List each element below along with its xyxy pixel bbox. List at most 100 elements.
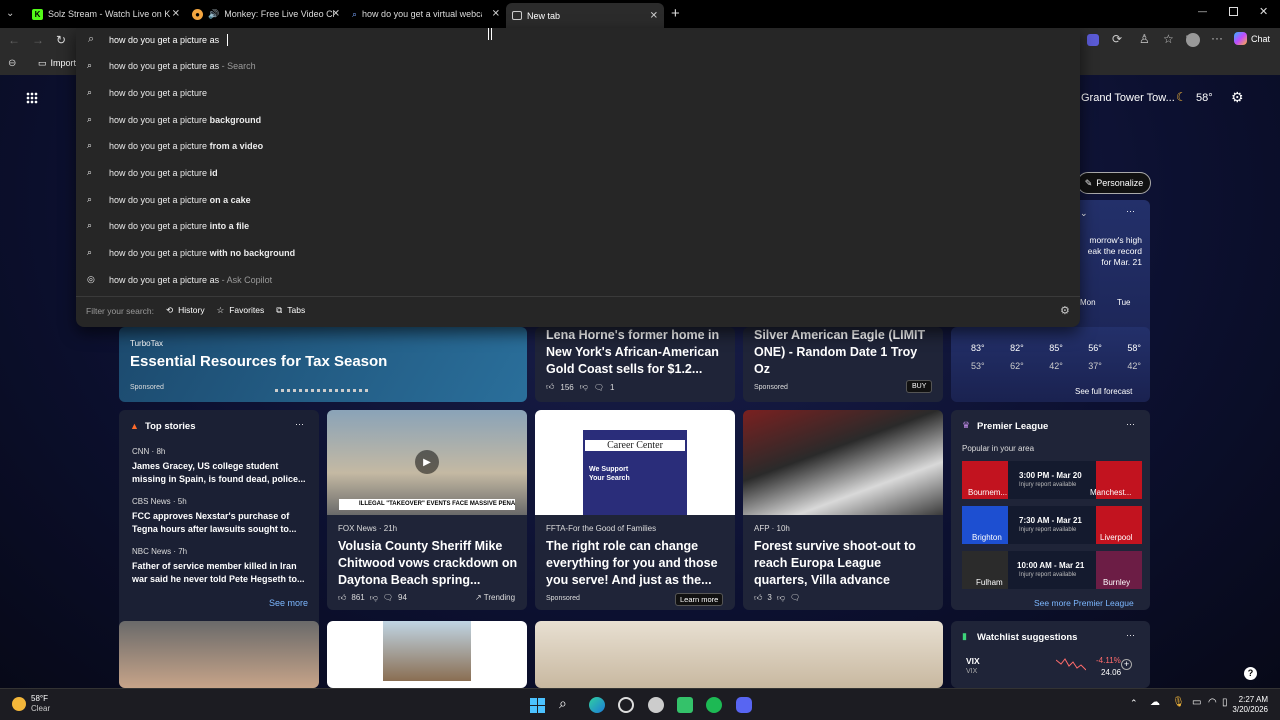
see-more-premier-link[interactable]: See more Premier League <box>1034 598 1134 608</box>
premier-league-header[interactable]: Premier League <box>977 421 1048 432</box>
discord-icon[interactable] <box>736 697 752 713</box>
wifi-icon[interactable]: ◠ <box>1208 697 1217 708</box>
play-icon[interactable]: ▶ <box>415 450 439 474</box>
back-icon[interactable]: ← <box>8 33 20 47</box>
tab-monkey[interactable]: ● 🔊 Monkey: Free Live Video Chat ✕ <box>186 4 346 24</box>
suggestion-item[interactable]: ⌕ how do you get a picture id <box>76 160 1080 186</box>
import-favorites-button[interactable]: ▭ Import <box>38 58 76 69</box>
tray-chevron-icon[interactable]: ⌃ <box>1130 698 1138 709</box>
learn-more-button[interactable]: Learn more <box>675 593 724 606</box>
lena-horne-card[interactable]: Lena Horne's former home in New York's A… <box>535 327 735 402</box>
story-item[interactable]: CBS News · 5h FCC approves Nexstar's pur… <box>132 497 312 536</box>
settings-gear-icon[interactable]: ⚙ <box>1231 89 1244 106</box>
start-windows-icon[interactable] <box>530 698 545 713</box>
extensions-icon[interactable]: ⟳ <box>1112 32 1122 46</box>
close-tab-icon[interactable]: ✕ <box>172 9 180 20</box>
favorites-icon[interactable]: ☆ <box>1163 32 1174 46</box>
comment-icon[interactable]: 🗨︎ <box>383 593 393 603</box>
suggestion-item[interactable]: ⌕ how do you get a picture with no backg… <box>76 240 1080 266</box>
more-options-icon[interactable]: ··· <box>1126 206 1135 216</box>
match-row[interactable]: Bournem... 3:00 PM - Mar 20 Injury repor… <box>962 461 1142 499</box>
tab-search[interactable]: ⌕ how do you get a virtual webcam ✕ <box>346 4 506 24</box>
clock[interactable]: 2:27 AM 3/20/2026 <box>1226 695 1268 715</box>
suggestion-item[interactable]: ⌕ how do you get a picture into a file <box>76 213 1080 239</box>
match-row[interactable]: Brighton 7:30 AM - Mar 21 Injury report … <box>962 506 1142 544</box>
comment-icon[interactable]: 🗨︎ <box>790 593 800 603</box>
weather-mini-card[interactable]: 83° 82° 85° 56° 58° 53° 62° 42° 37° 42° See full… <box>951 327 1150 402</box>
suggestion-item[interactable]: ⌕ how do you get a picture as - Search <box>76 53 1080 79</box>
suggestion-item[interactable]: ⌕ how do you get a picture from a video <box>76 133 1080 159</box>
chatgpt-icon[interactable] <box>618 697 634 713</box>
buy-button[interactable]: BUY <box>906 380 933 393</box>
portrait-card[interactable] <box>119 621 319 688</box>
forward-icon[interactable]: → <box>32 33 44 47</box>
dislike-icon[interactable]: 👎︎ <box>777 593 785 603</box>
tab-audio-icon[interactable]: 🔊 <box>208 9 219 20</box>
afp-card[interactable]: AFP · 10h Forest survive shoot-out to re… <box>743 410 943 610</box>
reading-icon[interactable]: ⊖ <box>8 58 16 69</box>
comment-icon[interactable]: 🗨︎ <box>594 383 604 392</box>
copilot-chat-button[interactable]: Chat <box>1234 32 1270 45</box>
like-icon[interactable]: 👍︎ <box>754 593 762 603</box>
add-to-watchlist-icon[interactable]: + <box>1121 659 1132 670</box>
location-label[interactable]: Grand Tower Tow... <box>1081 92 1175 104</box>
turbotax-ad-card[interactable]: TurboTax Essential Resources for Tax Sea… <box>119 327 527 402</box>
close-tab-icon[interactable]: ✕ <box>650 10 658 21</box>
personalize-button[interactable]: ✎ Personalize <box>1077 172 1151 194</box>
more-options-icon[interactable]: ··· <box>1126 419 1135 429</box>
stock-symbol[interactable]: VIX <box>966 656 980 666</box>
spotify-icon[interactable] <box>706 697 722 713</box>
tab-actions-button[interactable]: ⌄ <box>6 8 18 20</box>
favorites-filter-button[interactable]: ☆ Favorites <box>217 305 265 316</box>
dislike-icon[interactable]: 👎︎ <box>580 382 588 392</box>
like-icon[interactable]: 👍︎ <box>546 382 554 392</box>
browser-essentials-icon[interactable]: ♙ <box>1139 32 1150 46</box>
more-options-icon[interactable]: ··· <box>1126 630 1135 640</box>
suggestion-item[interactable]: ⌕ how do you get a picture <box>76 80 1080 106</box>
dislike-icon[interactable]: 👎︎ <box>370 593 378 603</box>
mic-icon[interactable]: 🎙︎ <box>1172 697 1185 708</box>
minimize-icon[interactable]: — <box>1198 6 1207 16</box>
search-icon[interactable]: ⌕ <box>559 695 567 712</box>
weather-widget[interactable]: 58°F Clear <box>12 694 50 714</box>
tab-new-tab[interactable]: New tab ✕ <box>506 3 664 28</box>
tabs-filter-button[interactable]: ⧉ Tabs <box>276 305 305 316</box>
see-more-link[interactable]: See more <box>269 598 308 608</box>
suggestion-item-copilot[interactable]: ◎ how do you get a picture as - Ask Copi… <box>76 267 1080 293</box>
close-tab-icon[interactable]: ✕ <box>492 9 500 20</box>
silver-eagle-card[interactable]: Silver American Eagle (LIMIT ONE) - Rand… <box>743 327 943 402</box>
history-filter-button[interactable]: ⟲ History <box>166 305 205 316</box>
fox-news-card[interactable]: ▶ ILLEGAL "TAKEOVER" EVENTS FACE MASSIVE… <box>327 410 527 610</box>
speaker-tray-icon[interactable]: ▭ <box>1192 697 1201 708</box>
address-bar[interactable]: ⌕ how do you get a picture as <box>76 28 1080 53</box>
family-card[interactable] <box>535 621 943 688</box>
like-icon[interactable]: 👍︎ <box>338 593 346 603</box>
new-tab-plus-icon[interactable]: + <box>671 5 680 22</box>
more-options-icon[interactable]: ··· <box>295 419 304 429</box>
close-window-icon[interactable]: ✕ <box>1259 5 1268 18</box>
match-row[interactable]: Fulham 10:00 AM - Mar 21 Injury report a… <box>962 551 1142 589</box>
story-item[interactable]: NBC News · 7h Father of service member k… <box>132 547 312 586</box>
copilot-sidebar-icon[interactable] <box>1087 34 1099 46</box>
refresh-icon[interactable]: ↻ <box>56 33 66 47</box>
address-input[interactable]: how do you get a picture as <box>109 35 222 45</box>
suggestion-item[interactable]: ⌕ how do you get a picture background <box>76 107 1080 133</box>
suggestion-item[interactable]: ⌕ how do you get a picture on a cake <box>76 187 1080 213</box>
building-card[interactable] <box>327 621 527 688</box>
app-icon[interactable] <box>648 697 664 713</box>
ffta-ad-card[interactable]: Career Center We Support Your Search FFT… <box>535 410 735 610</box>
more-menu-icon[interactable]: ··· <box>1211 31 1223 45</box>
close-tab-icon[interactable]: ✕ <box>332 9 340 20</box>
maximize-icon[interactable] <box>1229 7 1238 16</box>
carousel-dots[interactable] <box>275 389 371 392</box>
weather-headline[interactable]: morrow's high eak the record for Mar. 21 <box>1080 235 1142 268</box>
story-item[interactable]: CNN · 8h James Gracey, US college studen… <box>132 447 312 486</box>
profile-avatar[interactable] <box>1186 33 1200 47</box>
chevron-down-icon[interactable]: ⌄ <box>1080 208 1088 219</box>
apps-grid-icon[interactable] <box>26 92 38 104</box>
cloud-icon[interactable]: ☁ <box>1150 697 1160 708</box>
store-icon[interactable] <box>677 697 693 713</box>
tab-solz[interactable]: K Solz Stream - Watch Live on K ✕ <box>26 4 186 24</box>
see-full-forecast-link[interactable]: See full forecast <box>1075 387 1132 396</box>
search-settings-gear-icon[interactable]: ⚙ <box>1060 304 1070 317</box>
